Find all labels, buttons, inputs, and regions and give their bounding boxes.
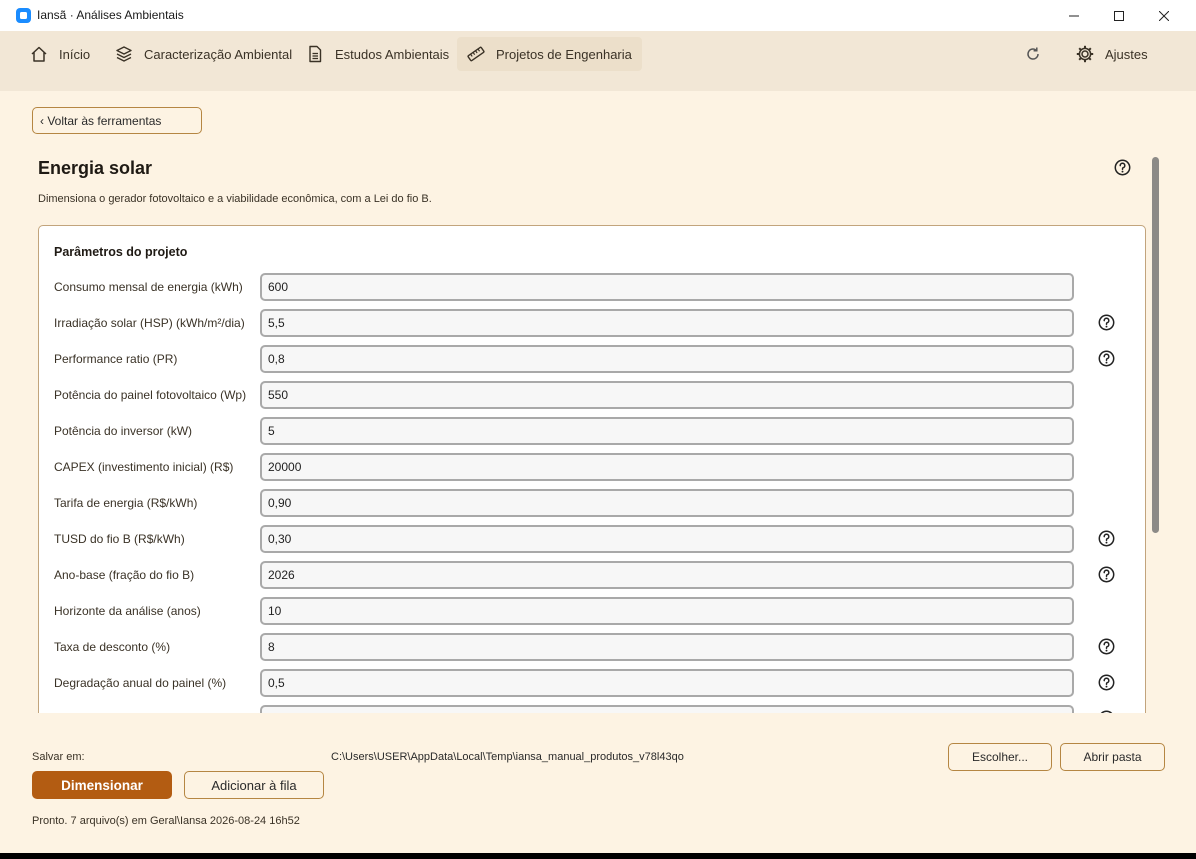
refresh-icon [1027,47,1039,60]
parameter-row: Ano-base (fração do fio B) [39,561,1145,589]
title-bar: Iansã · Análises Ambientais [0,0,1196,31]
settings-label: Ajustes [1105,46,1148,62]
vertical-scrollbar[interactable] [1152,157,1159,533]
help-icon [1098,530,1115,547]
minimize-icon [1069,15,1079,16]
dimensionar-button[interactable]: Dimensionar [32,771,172,799]
nav-item-estudos[interactable]: Estudos Ambientais [296,37,459,71]
parameter-input[interactable] [260,669,1074,697]
parameter-label: Horizonte da análise (anos) [54,604,201,618]
parameter-help-button[interactable] [1098,350,1115,372]
parameters-title: Parâmetros do projeto [54,245,188,259]
status-text: Pronto. 7 arquivo(s) em Geral\Iansa 2026… [32,815,300,827]
parameter-row: Horizonte da análise (anos) [39,597,1145,625]
nav-item-label: Início [59,46,91,62]
choose-folder-button[interactable]: Escolher... [948,743,1052,771]
nav-item-inicio[interactable]: Início [20,37,100,71]
parameter-row: Potência do inversor (kW) [39,417,1145,445]
refresh-button[interactable] [1020,41,1046,67]
parameter-input[interactable] [260,705,1074,713]
window-title: Iansã · Análises Ambientais [37,8,184,22]
help-icon [1098,638,1115,655]
parameter-row: Degradação anual do painel (%) [39,669,1145,697]
help-icon [1100,710,1113,713]
parameter-help-button[interactable] [1098,674,1115,696]
help-icon [1098,314,1115,331]
parameter-input[interactable] [260,417,1074,445]
nav-item-caracterizacao[interactable]: Caracterização Ambiental [105,37,302,71]
parameter-help-button[interactable] [1098,710,1115,713]
parameter-row: Potência do painel fotovoltaico (Wp) [39,381,1145,409]
parameter-input[interactable] [260,453,1074,481]
parameter-row: CAPEX (investimento inicial) (R$) [39,453,1145,481]
nav-item-projetos[interactable]: Projetos de Engenharia [457,37,642,71]
layers-icon [116,46,132,62]
ruler-icon [467,46,485,62]
top-navigation: Início Caracterização Ambiental Estudos … [0,31,1196,91]
parameter-row: Irradiação solar (HSP) (kWh/m²/dia) [39,309,1145,337]
maximize-button[interactable] [1096,0,1142,31]
parameter-label: Potência do painel fotovoltaico (Wp) [54,388,247,402]
home-icon [31,46,47,62]
open-folder-button[interactable]: Abrir pasta [1060,743,1165,771]
app-window: Iansã · Análises Ambientais Início Carac… [0,0,1196,853]
nav-item-label: Caracterização Ambiental [144,46,293,62]
parameter-input[interactable] [260,525,1074,553]
parameter-label: Potência do inversor (kW) [54,424,193,438]
parameter-label: Performance ratio (PR) [54,352,178,366]
parameter-help-button[interactable] [1098,314,1115,336]
parameter-input[interactable] [260,489,1074,517]
parameter-input[interactable] [260,381,1074,409]
parameter-input[interactable] [260,597,1074,625]
document-icon [309,45,322,63]
parameter-label: Degradação anual do painel (%) [54,676,227,690]
help-icon [1114,159,1131,176]
parameter-label: CAPEX (investimento inicial) (R$) [54,460,234,474]
parameters-panel: Parâmetros do projeto Consumo mensal de … [38,225,1146,713]
parameter-input[interactable] [260,309,1074,337]
close-button[interactable] [1141,0,1187,31]
main-content: ‹ Voltar às ferramentas Energia solar Di… [8,91,1188,853]
app-icon [16,8,31,23]
help-icon [1098,566,1115,583]
parameter-row: Taxa de desconto (%) [39,633,1145,661]
parameter-label: Tarifa de energia (R$/kWh) [54,496,198,510]
parameter-input[interactable] [260,561,1074,589]
save-location-path: C:\Users\USER\AppData\Local\Temp\iansa_m… [331,751,684,763]
page-title: Energia solar [38,158,153,178]
nav-item-label: Projetos de Engenharia [496,46,632,62]
parameter-help-button[interactable] [1098,638,1115,660]
maximize-icon [1114,10,1124,21]
parameter-label: Consumo mensal de energia (kWh) [54,280,243,294]
parameter-row: TUSD do fio B (R$/kWh) [39,525,1145,553]
parameter-row: Tarifa de energia (R$/kWh) [39,489,1145,517]
page-subtitle: Dimensiona o gerador fotovoltaico e a vi… [38,193,432,205]
page-help-button[interactable] [1114,159,1131,181]
save-location-label: Salvar em: [32,751,85,763]
parameter-input[interactable] [260,345,1074,373]
help-icon [1098,350,1115,367]
add-to-queue-button[interactable]: Adicionar à fila [184,771,324,799]
settings-button[interactable]: Ajustes [1066,37,1158,71]
parameter-input[interactable] [260,633,1074,661]
parameter-label: Ano-base (fração do fio B) [54,568,195,582]
parameter-row: Performance ratio (PR) [39,345,1145,373]
gear-icon [1076,45,1094,63]
parameter-input[interactable] [260,273,1074,301]
help-icon [1098,674,1115,691]
parameter-label: TUSD do fio B (R$/kWh) [54,532,185,546]
parameter-row-partial [39,705,1145,713]
parameter-label: Irradiação solar (HSP) (kWh/m²/dia) [54,316,245,330]
parameter-label: Taxa de desconto (%) [54,640,171,654]
parameter-help-button[interactable] [1098,530,1115,552]
close-icon [1159,10,1169,21]
nav-item-label: Estudos Ambientais [335,46,450,62]
parameter-row: Consumo mensal de energia (kWh) [39,273,1145,301]
minimize-button[interactable] [1051,0,1097,31]
back-to-tools-button[interactable]: ‹ Voltar às ferramentas [32,107,202,134]
parameter-help-button[interactable] [1098,566,1115,588]
